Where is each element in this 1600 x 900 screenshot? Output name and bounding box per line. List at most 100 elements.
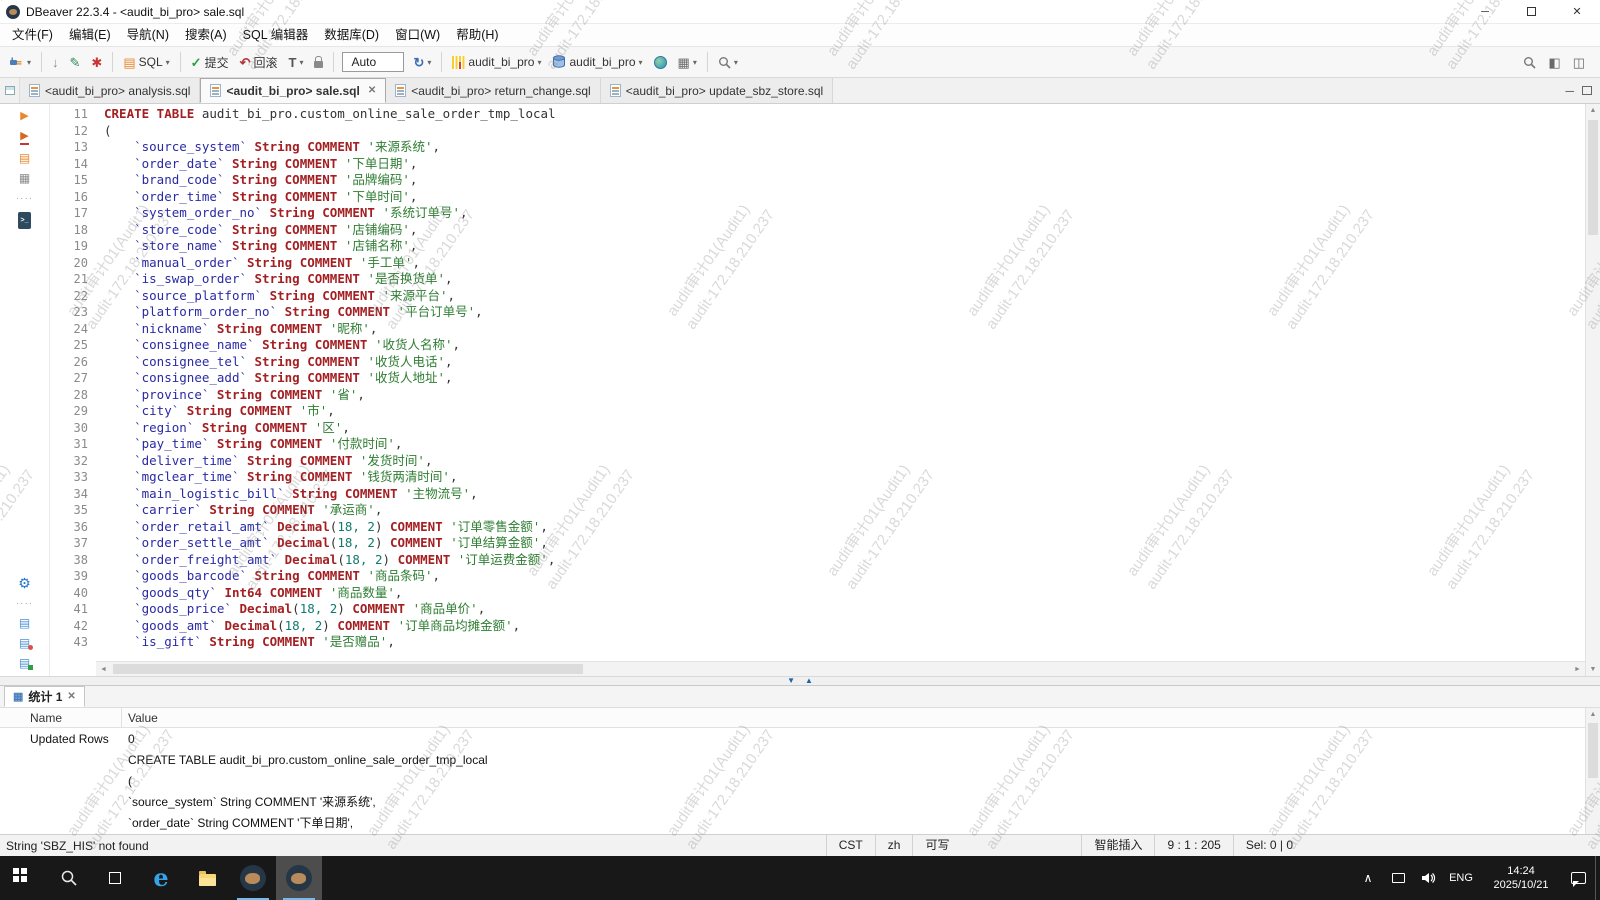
- taskbar-dbeaver-button[interactable]: [230, 856, 276, 900]
- result-row[interactable]: `order_date` String COMMENT '下单日期',: [0, 812, 1600, 833]
- volume-button[interactable]: [1413, 856, 1443, 900]
- reject-changes-button[interactable]: ✱: [86, 53, 107, 72]
- restore-panel-button[interactable]: [0, 78, 20, 103]
- menu-item[interactable]: 编辑(E): [61, 24, 119, 46]
- transaction-log-button[interactable]: ↻ ▾: [408, 53, 436, 72]
- column-header-name[interactable]: Name: [0, 708, 122, 727]
- status-item: Sel: 0 | 0: [1233, 835, 1305, 856]
- vertical-scroll-thumb[interactable]: [1588, 120, 1598, 235]
- result-layout-button[interactable]: ▦ ▾: [673, 53, 702, 72]
- scroll-right-icon[interactable]: ►: [1570, 666, 1585, 673]
- script-save-icon[interactable]: ▤: [19, 637, 30, 650]
- action-center-button[interactable]: [1563, 856, 1593, 900]
- close-tab-icon[interactable]: ✕: [67, 691, 75, 702]
- menu-item[interactable]: 搜索(A): [177, 24, 235, 46]
- collapse-down-icon[interactable]: ▼: [787, 677, 795, 685]
- close-tab-icon[interactable]: ✕: [368, 85, 376, 96]
- transaction-mode-button[interactable]: T ▾: [284, 53, 309, 72]
- tab-statistics[interactable]: ▦ 统计 1 ✕: [4, 686, 85, 707]
- connection-selector[interactable]: audit_bi_pro ▾: [447, 52, 546, 72]
- minimize-button[interactable]: ─: [1462, 0, 1508, 23]
- result-row[interactable]: CREATE TABLE audit_bi_pro.custom_online_…: [0, 749, 1600, 770]
- explain-plan-icon[interactable]: ▤: [19, 152, 30, 165]
- result-grid-icon[interactable]: ▦: [19, 172, 30, 185]
- expand-up-icon[interactable]: ▲: [805, 677, 813, 685]
- menu-item[interactable]: SQL 编辑器: [235, 24, 317, 46]
- maximize-button[interactable]: [1508, 0, 1554, 23]
- editor-tab[interactable]: <audit_bi_pro> analysis.sql: [20, 78, 200, 103]
- speaker-icon: [1420, 870, 1436, 886]
- taskbar-dbeaver-button-active[interactable]: [276, 856, 322, 900]
- show-desktop-button[interactable]: [1595, 856, 1600, 900]
- quick-search-button[interactable]: [1518, 53, 1541, 72]
- sql-editor[interactable]: 1112131415161718192021222324252627282930…: [50, 104, 1600, 676]
- sql-menu-button[interactable]: ▤ SQL ▾: [118, 52, 174, 72]
- network-button[interactable]: [649, 53, 672, 72]
- perspective-switch-button[interactable]: ◫: [1568, 53, 1590, 72]
- script-output-icon[interactable]: ▤: [19, 657, 30, 670]
- close-button[interactable]: ✕: [1554, 0, 1600, 23]
- maximize-editor-icon[interactable]: [1582, 86, 1592, 95]
- minimize-editor-icon[interactable]: ─: [1565, 84, 1574, 98]
- toolbar-right-group: ◧ ◫: [1518, 53, 1596, 72]
- scroll-up-icon[interactable]: ▲: [1586, 711, 1600, 718]
- column-header-value[interactable]: Value: [122, 708, 1600, 727]
- database-icon: [552, 55, 566, 69]
- line-number: 29: [50, 403, 88, 420]
- horizontal-scrollbar[interactable]: ◄ ►: [96, 661, 1585, 676]
- start-button[interactable]: [0, 856, 46, 900]
- auto-commit-combo[interactable]: Auto: [342, 52, 404, 72]
- scroll-up-icon[interactable]: ▲: [1586, 107, 1600, 114]
- menu-item[interactable]: 导航(N): [119, 24, 177, 46]
- taskbar-search-button[interactable]: [46, 856, 92, 900]
- execute-script-icon[interactable]: ▶: [20, 130, 28, 145]
- new-connection-button[interactable]: ▾: [4, 52, 36, 73]
- grid-icon: ▦: [678, 56, 690, 69]
- restore-icon: [5, 86, 15, 95]
- language-indicator[interactable]: ENG: [1443, 856, 1479, 900]
- commit-button[interactable]: ✓ 提交: [186, 51, 234, 74]
- horizontal-scroll-thumb[interactable]: [113, 664, 583, 674]
- panel-splitter[interactable]: ▼ ▲: [0, 676, 1600, 686]
- scroll-down-icon[interactable]: ▼: [1586, 666, 1600, 673]
- results-scrollbar[interactable]: ▲: [1585, 708, 1600, 834]
- edge-browser-button[interactable]: e: [138, 856, 184, 900]
- result-row[interactable]: (: [0, 770, 1600, 791]
- menu-item[interactable]: 帮助(H): [448, 24, 506, 46]
- generate-sql-button[interactable]: ✎: [65, 53, 86, 72]
- console-icon[interactable]: >_: [18, 212, 32, 229]
- menu-item[interactable]: 窗口(W): [387, 24, 448, 46]
- settings-gear-icon[interactable]: ⚙: [18, 577, 31, 590]
- result-row[interactable]: Updated Rows0: [0, 728, 1600, 749]
- line-number: 33: [50, 469, 88, 486]
- execute-statement-icon[interactable]: ▶: [20, 110, 28, 123]
- schema-selector[interactable]: audit_bi_pro ▾: [547, 52, 647, 72]
- code-line: `goods_qty` Int64 COMMENT '商品数量',: [104, 585, 1585, 602]
- editor-tab[interactable]: <audit_bi_pro> sale.sql✕: [200, 78, 386, 103]
- fetch-next-page-button[interactable]: ↓: [47, 53, 64, 72]
- scroll-left-icon[interactable]: ◄: [96, 666, 111, 673]
- editor-tab[interactable]: <audit_bi_pro> update_sbz_store.sql: [601, 78, 833, 103]
- menu-item[interactable]: 数据库(D): [316, 24, 387, 46]
- script-file-icon[interactable]: ▤: [19, 617, 30, 630]
- tray-chevron-button[interactable]: ∧: [1353, 856, 1383, 900]
- menu-item[interactable]: 文件(F): [4, 24, 61, 46]
- lock-button[interactable]: [309, 53, 328, 71]
- status-item[interactable]: 智能插入: [1081, 835, 1154, 856]
- line-number: 12: [50, 123, 88, 140]
- code-area[interactable]: CREATE TABLE audit_bi_pro.custom_online_…: [96, 104, 1585, 676]
- vertical-scrollbar[interactable]: ▲ ▼: [1585, 104, 1600, 676]
- result-row[interactable]: `source_system` String COMMENT '来源系统',: [0, 791, 1600, 812]
- rollback-button[interactable]: ↶ 回滚: [235, 51, 283, 74]
- file-explorer-button[interactable]: [184, 856, 230, 900]
- taskbar-clock[interactable]: 14:24 2025/10/21: [1479, 856, 1563, 900]
- tray-device-button[interactable]: [1383, 856, 1413, 900]
- code-line: `goods_barcode` String COMMENT '商品条码',: [104, 568, 1585, 585]
- status-item[interactable]: 可写: [912, 835, 961, 856]
- editor-tab[interactable]: <audit_bi_pro> return_change.sql: [386, 78, 600, 103]
- open-perspective-button[interactable]: ◧: [1543, 53, 1565, 72]
- results-scroll-thumb[interactable]: [1588, 723, 1598, 778]
- editor-area: ▶ ▶ ▤ ▦ ···· >_ ⚙ ···· ▤ ▤ ▤ 11121314151…: [0, 104, 1600, 676]
- search-menu-button[interactable]: ▾: [713, 53, 743, 72]
- task-view-button[interactable]: [92, 856, 138, 900]
